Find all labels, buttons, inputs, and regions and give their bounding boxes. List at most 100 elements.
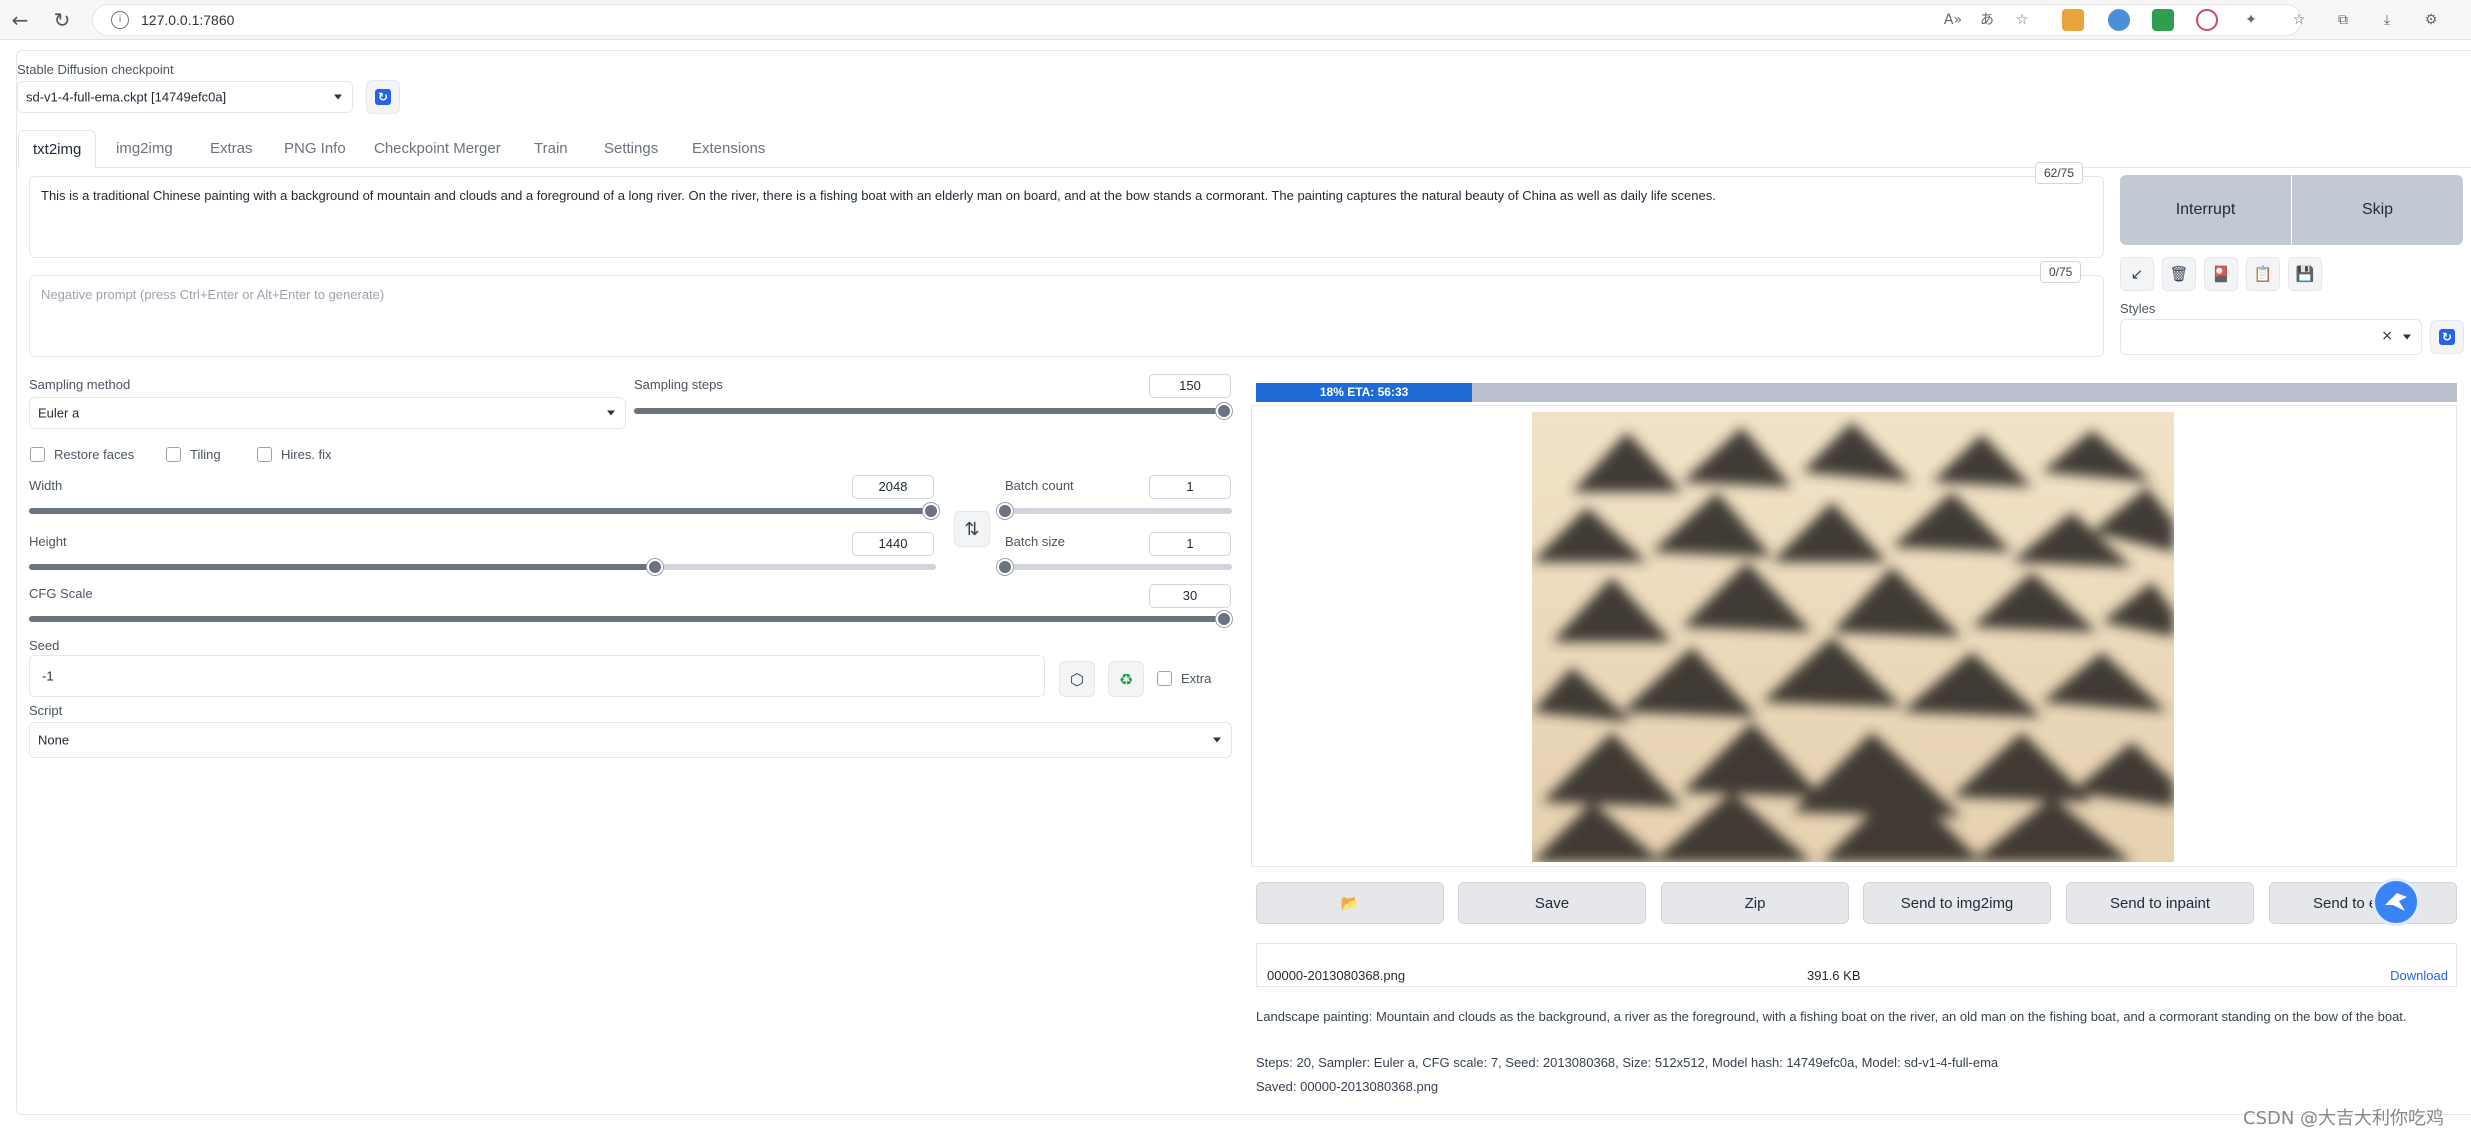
extension-icon[interactable] xyxy=(2062,9,2084,31)
tab-settings[interactable]: Settings xyxy=(590,130,672,168)
tab-img2img[interactable]: img2img xyxy=(102,130,187,168)
save-button[interactable]: Save xyxy=(1458,882,1646,924)
hires-fix-checkbox[interactable] xyxy=(257,447,272,462)
slider-fill xyxy=(29,508,931,514)
back-icon[interactable]: ← xyxy=(6,6,34,34)
send-to-img2img-button[interactable]: Send to img2img xyxy=(1863,882,2051,924)
checkpoint-value: sd-v1-4-full-ema.ckpt [14749efc0a] xyxy=(26,89,227,105)
read-params-button[interactable]: ↙ xyxy=(2120,257,2154,291)
generated-image[interactable] xyxy=(1532,412,2174,862)
script-dropdown[interactable]: None xyxy=(29,722,1232,758)
interrupt-button[interactable]: Interrupt xyxy=(2120,175,2291,245)
download-link[interactable]: Download xyxy=(2390,968,2448,983)
watermark: CSDN @大吉大利你吃鸡 xyxy=(2243,1108,2445,1129)
slider-thumb[interactable] xyxy=(646,559,663,575)
seed-input[interactable]: -1 xyxy=(29,655,1045,697)
zip-button[interactable]: Zip xyxy=(1661,882,1849,924)
tiling-checkbox[interactable] xyxy=(166,447,181,462)
card-icon: 🎴 xyxy=(2211,265,2231,283)
extra-label: Extra xyxy=(1181,671,1212,686)
batch-size-slider[interactable] xyxy=(997,559,1232,575)
file-name: 00000-2013080368.png xyxy=(1267,968,1406,983)
batch-count-slider[interactable] xyxy=(997,503,1232,519)
chevron-down-icon xyxy=(607,410,615,416)
refresh-checkpoint-button[interactable]: ↻ xyxy=(366,80,400,114)
skip-button[interactable]: Skip xyxy=(2292,175,2463,245)
send-to-extras-button[interactable]: Send to e xyxy=(2269,882,2457,924)
collections-icon[interactable]: ⧉ xyxy=(2332,9,2354,31)
extra-networks-button[interactable]: 🎴 xyxy=(2204,257,2238,291)
height-label: Height xyxy=(29,534,67,549)
clear-prompt-button[interactable]: 🗑 xyxy=(2162,257,2196,291)
negative-prompt-token-counter: 0/75 xyxy=(2040,261,2082,283)
extensions-puzzle-icon[interactable]: ✦ xyxy=(2240,9,2262,31)
restore-faces-checkbox[interactable] xyxy=(30,447,45,462)
apply-style-button[interactable]: 📋 xyxy=(2246,257,2280,291)
width-slider[interactable] xyxy=(29,503,939,519)
width-input[interactable]: 2048 xyxy=(852,475,934,499)
extra-seed-checkbox[interactable] xyxy=(1157,671,1172,686)
tab-extensions[interactable]: Extensions xyxy=(678,130,779,168)
slider-fill xyxy=(29,564,655,570)
bird-icon xyxy=(2385,893,2407,911)
folder-icon: 📂 xyxy=(1340,895,1360,912)
generation-description: Landscape painting: Mountain and clouds … xyxy=(1256,1009,2407,1024)
file-info-row: 00000-2013080368.png 391.6 KB Download xyxy=(1256,943,2457,987)
slider-thumb[interactable] xyxy=(1216,403,1232,419)
info-icon[interactable]: i xyxy=(111,11,129,29)
chevron-down-icon xyxy=(1213,737,1221,743)
reload-icon[interactable]: ↻ xyxy=(48,6,76,34)
script-label: Script xyxy=(29,703,63,718)
read-aloud-icon[interactable]: A» xyxy=(1942,9,1964,31)
sampling-steps-slider[interactable] xyxy=(634,403,1232,419)
extension-icon[interactable] xyxy=(2108,9,2130,31)
download-icon[interactable]: ⤓ xyxy=(2376,9,2398,31)
sampling-method-dropdown[interactable]: Euler a xyxy=(29,397,626,429)
cfg-scale-input[interactable]: 30 xyxy=(1149,584,1231,608)
tab-extras[interactable]: Extras xyxy=(196,130,267,168)
batch-size-input[interactable]: 1 xyxy=(1149,532,1231,556)
favorites-icon[interactable]: ☆ xyxy=(2288,9,2310,31)
progress-fill: 18% ETA: 56:33 xyxy=(1256,383,1473,402)
slider-thumb[interactable] xyxy=(1216,611,1232,627)
tab-checkpoint-merger[interactable]: Checkpoint Merger xyxy=(360,130,515,168)
translate-icon[interactable]: あ xyxy=(1976,9,1998,31)
recycle-icon: ♻ xyxy=(1118,669,1134,689)
save-icon: 💾 xyxy=(2295,265,2315,283)
styles-dropdown[interactable]: × xyxy=(2120,319,2422,355)
favorite-star-icon[interactable]: ☆ xyxy=(2011,9,2033,31)
save-style-button[interactable]: 💾 xyxy=(2288,257,2322,291)
prompt-textarea[interactable]: This is a traditional Chinese painting w… xyxy=(29,176,2104,258)
painting-illustration xyxy=(1532,412,2174,862)
extension-icon[interactable] xyxy=(2196,9,2218,31)
settings-more-icon[interactable]: ⚙ xyxy=(2420,9,2442,31)
tab-train[interactable]: Train xyxy=(520,130,582,168)
reuse-seed-button[interactable]: ♻ xyxy=(1108,661,1144,697)
swap-dimensions-button[interactable]: ⇅ xyxy=(954,511,990,547)
sampling-method-label: Sampling method xyxy=(29,377,131,392)
address-bar[interactable]: i 127.0.0.1:7860 xyxy=(92,4,2302,36)
sampling-steps-input[interactable]: 150 xyxy=(1149,374,1231,398)
slider-thumb[interactable] xyxy=(923,503,939,519)
batch-count-input[interactable]: 1 xyxy=(1149,475,1231,499)
floating-assistant-icon[interactable] xyxy=(2372,878,2420,926)
tab-png-info[interactable]: PNG Info xyxy=(270,130,360,168)
swap-icon: ⇅ xyxy=(964,518,980,540)
clear-icon[interactable]: × xyxy=(2381,328,2393,344)
height-slider[interactable] xyxy=(29,559,936,575)
random-seed-button[interactable]: ⬡ xyxy=(1059,661,1095,697)
trash-icon: 🗑 xyxy=(2169,265,2189,283)
send-to-inpaint-button[interactable]: Send to inpaint xyxy=(2066,882,2254,924)
refresh-styles-button[interactable]: ↻ xyxy=(2430,320,2464,354)
seed-label: Seed xyxy=(29,638,60,653)
shield-icon[interactable] xyxy=(2152,9,2174,31)
open-folder-button[interactable]: 📂 xyxy=(1256,882,1444,924)
tab-txt2img[interactable]: txt2img xyxy=(18,130,97,168)
slider-thumb[interactable] xyxy=(997,503,1013,519)
url-text: 127.0.0.1:7860 xyxy=(141,12,235,28)
height-input[interactable]: 1440 xyxy=(852,532,934,556)
checkpoint-dropdown[interactable]: sd-v1-4-full-ema.ckpt [14749efc0a] xyxy=(17,81,353,113)
negative-prompt-textarea[interactable]: Negative prompt (press Ctrl+Enter or Alt… xyxy=(29,275,2104,357)
cfg-scale-slider[interactable] xyxy=(29,611,1232,627)
slider-thumb[interactable] xyxy=(997,559,1013,575)
